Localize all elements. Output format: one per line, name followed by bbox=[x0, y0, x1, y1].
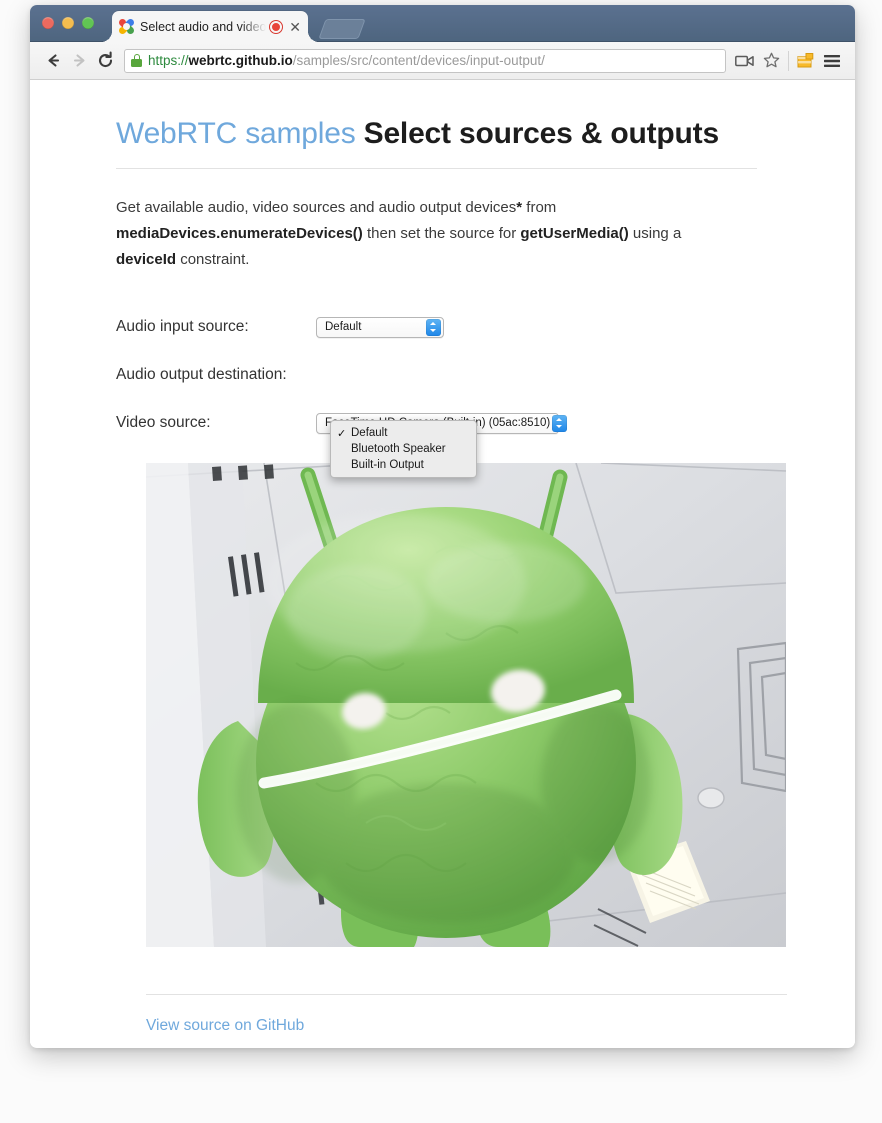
dropdown-item-label: Built-in Output bbox=[351, 459, 424, 471]
intro-text-1: Get available audio, video sources and a… bbox=[116, 199, 517, 216]
forward-arrow-icon bbox=[66, 48, 92, 74]
intro-text-4: using a bbox=[628, 225, 682, 242]
new-tab-button[interactable] bbox=[318, 19, 366, 39]
browser-titlebar: Select audio and video ✕ bbox=[30, 5, 855, 42]
page-title-main: Select sources & outputs bbox=[363, 117, 719, 150]
audio-output-label: Audio output destination: bbox=[116, 366, 287, 383]
video-source-label: Video source: bbox=[116, 414, 211, 431]
video-preview[interactable] bbox=[146, 463, 786, 947]
toolbar-divider bbox=[788, 50, 789, 71]
browser-toolbar: https://webrtc.github.io/samples/src/con… bbox=[30, 42, 855, 80]
row-audio-output: Audio output destination: bbox=[116, 351, 855, 399]
address-bar[interactable]: https://webrtc.github.io/samples/src/con… bbox=[124, 48, 726, 73]
audio-input-label: Audio input source: bbox=[116, 318, 249, 335]
recording-dot-icon bbox=[270, 20, 283, 33]
lock-icon bbox=[131, 54, 142, 67]
dropdown-item[interactable]: Bluetooth Speaker bbox=[331, 441, 476, 457]
chevron-updown-icon bbox=[426, 318, 441, 336]
check-icon: ✓ bbox=[337, 427, 347, 440]
footer-divider bbox=[146, 994, 787, 995]
intro-text-3: then set the source for bbox=[362, 225, 521, 242]
row-audio-input: Audio input source: Default bbox=[116, 303, 855, 351]
reload-icon[interactable] bbox=[92, 48, 118, 74]
audio-input-value: Default bbox=[325, 321, 362, 333]
url-host: webrtc.github.io bbox=[188, 53, 293, 68]
intro-paragraph: Get available audio, video sources and a… bbox=[116, 195, 716, 273]
view-source-link[interactable]: View source on GitHub bbox=[146, 1017, 304, 1035]
star-icon[interactable] bbox=[758, 48, 784, 74]
audio-input-select[interactable]: Default bbox=[316, 316, 444, 338]
dropdown-item[interactable]: ✓ Default bbox=[331, 425, 476, 441]
maximize-window-button[interactable] bbox=[82, 17, 94, 29]
code-get-user-media: getUserMedia() bbox=[520, 225, 629, 242]
page-viewport: WebRTC samples Select sources & outputs … bbox=[30, 80, 855, 1047]
chevron-updown-icon bbox=[552, 414, 568, 432]
close-window-button[interactable] bbox=[42, 17, 54, 29]
window-controls bbox=[42, 17, 94, 29]
url-scheme: https:// bbox=[148, 53, 189, 68]
url-text: https://webrtc.github.io/samples/src/con… bbox=[148, 53, 545, 68]
code-enumerate-devices: mediaDevices.enumerateDevices() bbox=[116, 225, 363, 242]
url-path: /samples/src/content/devices/input-outpu… bbox=[292, 53, 545, 68]
intro-text-2: from bbox=[522, 199, 557, 216]
browser-window: Select audio and video ✕ https://webrtc.… bbox=[30, 5, 855, 1048]
minimize-window-button[interactable] bbox=[62, 17, 74, 29]
extension-icon[interactable] bbox=[793, 48, 819, 74]
audio-output-dropdown[interactable]: ✓ Default Bluetooth Speaker Built-in Out… bbox=[330, 420, 477, 478]
page-title-brand: WebRTC samples bbox=[116, 117, 356, 150]
browser-tab-active[interactable]: Select audio and video ✕ bbox=[101, 11, 308, 42]
device-selection-form: Audio input source: Default Audio output… bbox=[116, 303, 855, 447]
back-arrow-icon[interactable] bbox=[40, 48, 66, 74]
video-camera-icon[interactable] bbox=[732, 48, 758, 74]
header-divider bbox=[116, 168, 757, 169]
hamburger-menu-icon[interactable] bbox=[819, 48, 845, 74]
close-icon[interactable]: ✕ bbox=[289, 20, 301, 34]
code-device-id: deviceId bbox=[116, 251, 177, 268]
row-video-source: Video source: FaceTime HD Camera (Built-… bbox=[116, 399, 855, 447]
page-content: WebRTC samples Select sources & outputs … bbox=[30, 80, 855, 1035]
intro-text-5: constraint. bbox=[176, 251, 250, 268]
page-title: WebRTC samples Select sources & outputs bbox=[116, 116, 855, 152]
dropdown-item-label: Bluetooth Speaker bbox=[351, 443, 446, 455]
video-frame bbox=[146, 463, 786, 947]
webrtc-pinwheel-icon bbox=[117, 17, 136, 36]
dropdown-item[interactable]: Built-in Output bbox=[331, 457, 476, 473]
dropdown-item-label: Default bbox=[351, 427, 388, 439]
tab-title: Select audio and video bbox=[140, 19, 267, 34]
